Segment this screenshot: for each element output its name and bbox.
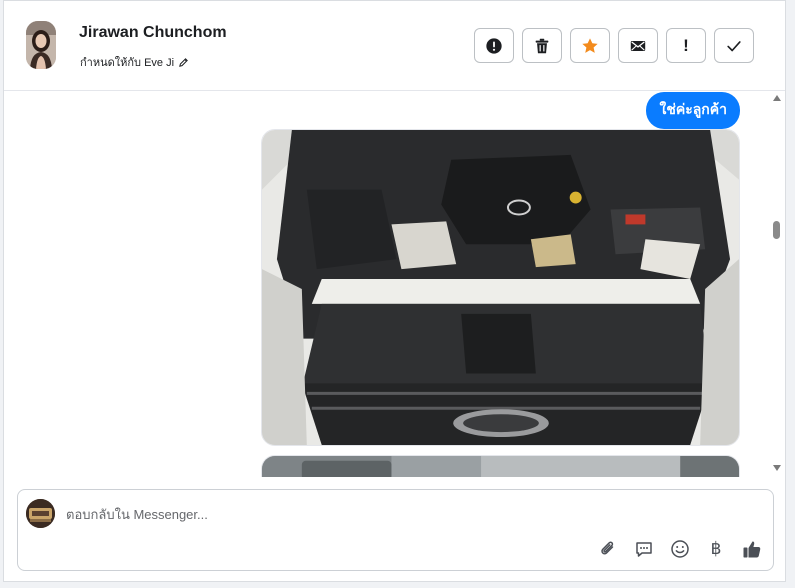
outgoing-message-bubble[interactable]: ใช่ค่ะลูกค้า (646, 92, 740, 129)
exclamation-circle-icon (486, 37, 502, 54)
conversation-panel: Jirawan Chunchom กำหนดให้กับ Eve Ji ! ใช… (3, 0, 786, 582)
attach-button[interactable] (597, 538, 619, 560)
message-scrollbar[interactable] (769, 91, 785, 477)
envelope-icon (630, 40, 646, 51)
star-button[interactable] (570, 28, 610, 63)
baht-icon: ฿ (710, 539, 722, 559)
trash-icon (535, 38, 549, 53)
follow-up-button[interactable]: ! (666, 28, 706, 63)
saved-replies-button[interactable] (633, 538, 655, 560)
mark-unread-button[interactable] (618, 28, 658, 63)
thumbs-up-icon (743, 541, 761, 558)
star-icon (582, 37, 598, 53)
header-actions: ! (474, 28, 754, 63)
message-thread[interactable]: ใช่ค่ะลูกค้า (4, 91, 785, 477)
scroll-up-arrow-icon[interactable] (773, 95, 781, 101)
truck-photo-partial[interactable] (261, 455, 740, 477)
assignment-label[interactable]: กำหนดให้กับ Eve Ji (80, 53, 189, 71)
contact-name[interactable]: Jirawan Chunchom (79, 24, 227, 42)
page-avatar (26, 499, 55, 528)
pencil-icon[interactable] (178, 57, 189, 68)
like-button[interactable] (741, 538, 763, 560)
scrollbar-thumb[interactable] (773, 221, 780, 239)
saved-reply-icon (636, 542, 652, 557)
truck-engine-bay-photo[interactable] (261, 129, 740, 446)
delete-button[interactable] (522, 28, 562, 63)
composer-tools: ฿ (597, 538, 763, 560)
assignment-text: กำหนดให้กับ Eve Ji (80, 57, 175, 69)
conversation-header: Jirawan Chunchom กำหนดให้กับ Eve Ji ! (4, 1, 785, 91)
reply-input[interactable] (66, 504, 626, 524)
reply-composer: ฿ (17, 489, 774, 571)
mark-done-button[interactable] (714, 28, 754, 63)
exclamation-icon: ! (683, 35, 689, 55)
checkmark-icon (727, 40, 741, 51)
paperclip-icon (601, 541, 614, 555)
emoji-icon (671, 540, 689, 558)
payment-button[interactable]: ฿ (705, 538, 727, 560)
emoji-button[interactable] (669, 538, 691, 560)
report-spam-button[interactable] (474, 28, 514, 63)
contact-avatar[interactable] (26, 21, 56, 69)
scroll-down-arrow-icon[interactable] (773, 465, 781, 471)
